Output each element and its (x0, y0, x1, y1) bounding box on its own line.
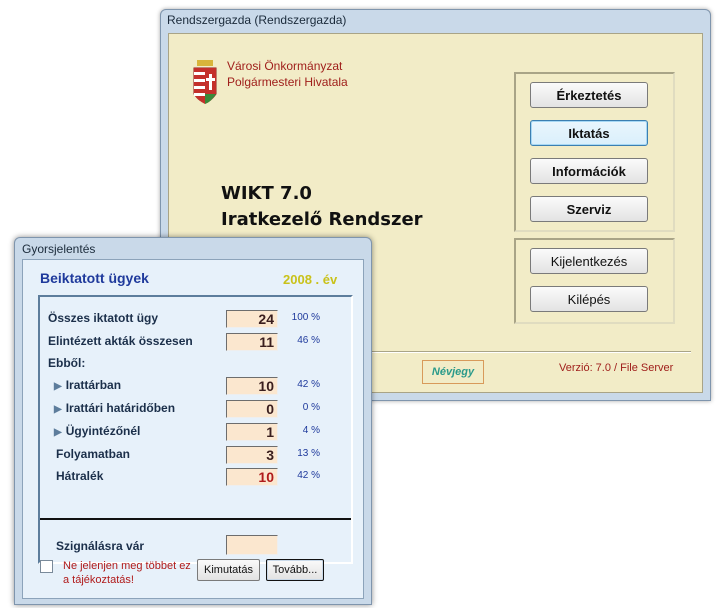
informaciok-button[interactable]: Információk (530, 158, 648, 184)
pct-hataridoben: 0 % (302, 402, 320, 413)
row-label-ugyintezonel: Ügyintézőnél (65, 424, 141, 438)
org-name-line1: Városi Önkormányzat (227, 59, 343, 73)
main-menu-group: Érkeztetés Iktatás Információk Szerviz (514, 72, 675, 232)
triangle-right-icon: ▶ (54, 427, 62, 438)
value-hatralek: 10 (226, 468, 278, 486)
row-hataridoben: ▶ Irattári határidőben (54, 401, 175, 415)
pct-total: 100 % (291, 312, 320, 323)
triangle-right-icon: ▶ (54, 404, 62, 415)
panel-separator (40, 518, 351, 520)
value-szignalas (226, 535, 278, 555)
pct-done: 46 % (297, 335, 320, 346)
report-header: Beiktatott ügyek (40, 270, 149, 286)
coat-of-arms-icon (193, 60, 217, 104)
szerviz-button[interactable]: Szerviz (530, 196, 648, 222)
report-panel: Összes iktatott ügy 24 100 % Elintézett … (38, 295, 353, 564)
triangle-right-icon: ▶ (54, 381, 62, 392)
version-label: Verzió: 7.0 / File Server (559, 362, 674, 374)
product-title: WIKT 7.0 (221, 183, 312, 204)
row-label-szignalas: Szignálásra vár (56, 539, 145, 553)
value-folyamatban: 3 (226, 446, 278, 464)
row-label-folyamatban: Folyamatban (56, 447, 131, 461)
tovabb-button[interactable]: Tovább... (266, 559, 324, 581)
row-label-irattarban: Irattárban (65, 378, 122, 392)
pct-ugyintezonel: 4 % (302, 425, 320, 436)
quick-report-title: Gyorsjelentés (22, 242, 96, 256)
iktatas-button[interactable]: Iktatás (530, 120, 648, 146)
value-ugyintezonel: 1 (226, 423, 278, 441)
dont-show-again-label-line1: Ne jelenjen meg többet ez (63, 560, 191, 572)
row-label-hatralek: Hátralék (56, 469, 104, 483)
quick-report-client: Beiktatott ügyek 2008 . év Összes iktato… (22, 259, 364, 599)
dont-show-again-checkbox[interactable] (40, 560, 53, 573)
row-ugyintezonel: ▶ Ügyintézőnél (54, 424, 140, 438)
pct-folyamatban: 13 % (297, 448, 320, 459)
erkeztetes-button[interactable]: Érkeztetés (530, 82, 648, 108)
quick-report-window: Gyorsjelentés Beiktatott ügyek 2008 . év… (14, 237, 372, 605)
report-year: 2008 . év (283, 272, 338, 287)
kilepes-button[interactable]: Kilépés (530, 286, 648, 312)
product-subtitle: Iratkezelő Rendszer (221, 209, 423, 230)
pct-hatralek: 42 % (297, 470, 320, 481)
row-label-hataridoben: Irattári határidőben (65, 401, 176, 415)
row-irattarban: ▶ Irattárban (54, 378, 121, 392)
kimutatas-button[interactable]: Kimutatás (197, 559, 260, 581)
row-label-total: Összes iktatott ügy (48, 311, 159, 325)
row-label-done: Elintézett akták összesen (48, 334, 193, 348)
value-irattarban: 10 (226, 377, 278, 395)
kijelentkezes-button[interactable]: Kijelentkezés (530, 248, 648, 274)
session-group: Kijelentkezés Kilépés (514, 238, 675, 324)
dont-show-again-label-line2: a tájékoztatás! (63, 574, 134, 586)
about-button[interactable]: Névjegy (422, 360, 484, 384)
org-name-line2: Polgármesteri Hivatala (227, 75, 348, 89)
value-total: 24 (226, 310, 278, 328)
row-label-of-which: Ebből: (48, 356, 86, 370)
value-done: 11 (226, 333, 278, 351)
pct-irattarban: 42 % (297, 379, 320, 390)
main-window-title: Rendszergazda (Rendszergazda) (167, 13, 347, 27)
value-hataridoben: 0 (226, 400, 278, 418)
